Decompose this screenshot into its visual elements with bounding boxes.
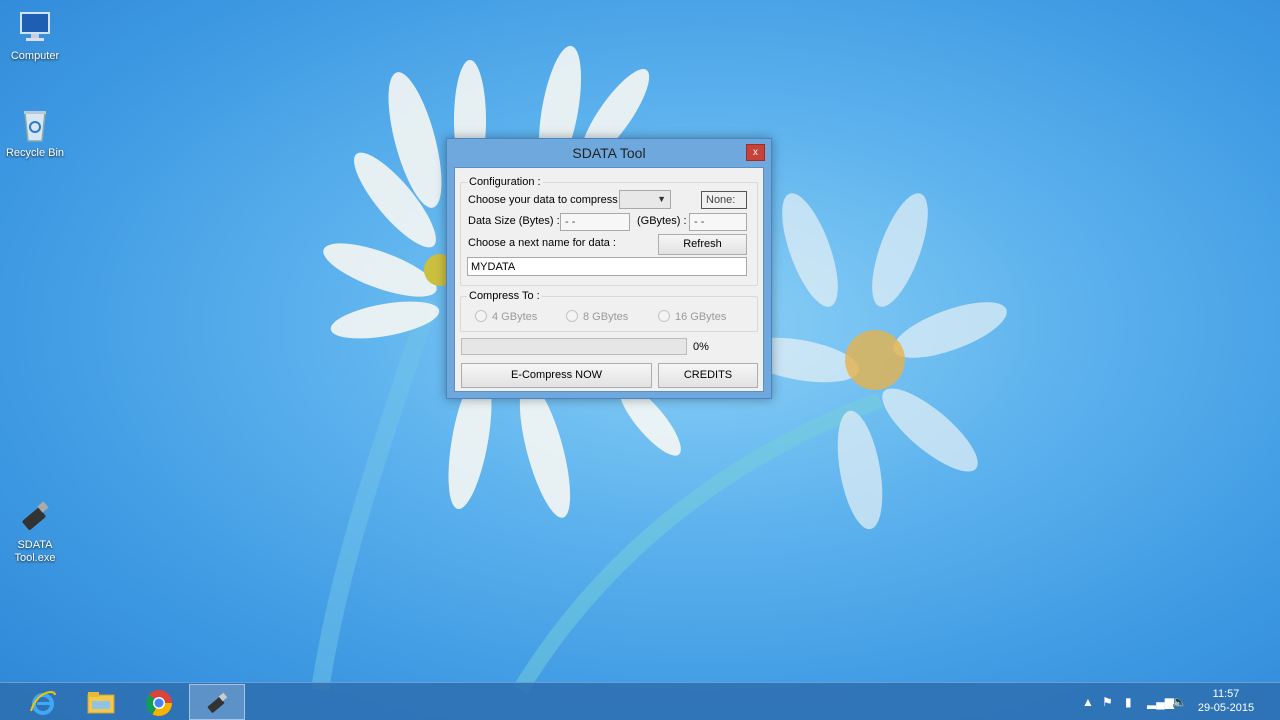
desktop-icon-label: Tool.exe <box>14 552 56 564</box>
radio-label: 4 GBytes <box>492 311 538 323</box>
gbytes-label: (GBytes) : <box>637 215 687 227</box>
data-size-bytes-field: - - <box>560 213 630 231</box>
chevron-down-icon: ▼ <box>657 194 666 204</box>
desktop-icon-label: Recycle Bin <box>5 147 65 159</box>
recycle-bin-icon <box>24 111 46 142</box>
choose-data-label: Choose your data to compress : <box>468 194 624 206</box>
radio-circle <box>475 310 487 322</box>
clock-date: 29-05-2015 <box>1197 702 1255 714</box>
next-name-label: Choose a next name for data : <box>468 237 616 249</box>
clock-time: 11:57 <box>1212 688 1240 700</box>
progress-percent: 0% <box>693 341 709 353</box>
compress-to-legend: Compress To : <box>467 290 542 302</box>
radio-4-gbytes[interactable]: 4 GBytes <box>475 310 537 323</box>
sdata-tool-icon <box>207 692 228 713</box>
none-field: None: <box>701 191 747 209</box>
taskbar: ▲ ⚑ ▮ ▂▄▆ 🔈 11:57 29-05-2015 <box>0 682 1280 720</box>
desktop-icon-computer[interactable]: Computer <box>0 8 70 63</box>
configuration-legend: Configuration : <box>467 176 543 188</box>
window-title: SDATA Tool <box>572 145 646 161</box>
network-signal-icon[interactable]: ▂▄▆ <box>1147 695 1174 709</box>
radio-16-gbytes[interactable]: 16 GBytes <box>658 310 726 323</box>
radio-circle <box>566 310 578 322</box>
credits-button[interactable]: CREDITS <box>658 363 758 388</box>
desktop-icon-label: Computer <box>10 50 60 62</box>
desktop-icon-sdata-tool[interactable]: SDATA Tool.exe <box>0 497 70 565</box>
volume-icon[interactable]: 🔈 <box>1172 695 1187 709</box>
data-name-input[interactable] <box>467 257 747 276</box>
battery-icon[interactable]: ▮ <box>1125 695 1132 709</box>
internet-explorer-icon <box>30 691 56 715</box>
action-center-flag-icon[interactable]: ⚑ <box>1102 695 1113 709</box>
file-explorer-icon <box>87 692 115 714</box>
close-button[interactable]: x <box>746 144 765 161</box>
desktop-icon-recycle-bin[interactable]: Recycle Bin <box>0 105 70 160</box>
desktop-icon-label: SDATA <box>17 539 53 551</box>
taskbar-file-explorer[interactable] <box>73 684 129 720</box>
radio-8-gbytes[interactable]: 8 GBytes <box>566 310 628 323</box>
refresh-button[interactable]: Refresh <box>658 234 747 255</box>
usb-drive-icon <box>22 501 49 530</box>
taskbar-chrome[interactable] <box>131 684 187 720</box>
radio-label: 16 GBytes <box>675 311 727 323</box>
show-hidden-icons-icon[interactable]: ▲ <box>1082 695 1094 709</box>
data-select-dropdown[interactable]: ▼ <box>619 190 671 209</box>
sdata-tool-window: SDATA Tool x Configuration : Choose your… <box>446 138 772 399</box>
data-size-label: Data Size (Bytes) : <box>468 215 560 227</box>
taskbar-sdata-tool[interactable] <box>189 684 245 720</box>
e-compress-now-button[interactable]: E-Compress NOW <box>461 363 652 388</box>
compress-progress-bar <box>461 338 687 355</box>
chrome-icon <box>145 690 173 717</box>
data-size-gbytes-field: - - <box>689 213 747 231</box>
taskbar-internet-explorer[interactable] <box>15 684 71 720</box>
window-titlebar[interactable]: SDATA Tool x <box>447 139 771 167</box>
window-client-area: Configuration : Choose your data to comp… <box>454 167 764 392</box>
radio-label: 8 GBytes <box>583 311 629 323</box>
computer-icon <box>20 12 50 41</box>
radio-circle <box>658 310 670 322</box>
taskbar-clock[interactable]: 11:57 29-05-2015 <box>1196 687 1256 715</box>
